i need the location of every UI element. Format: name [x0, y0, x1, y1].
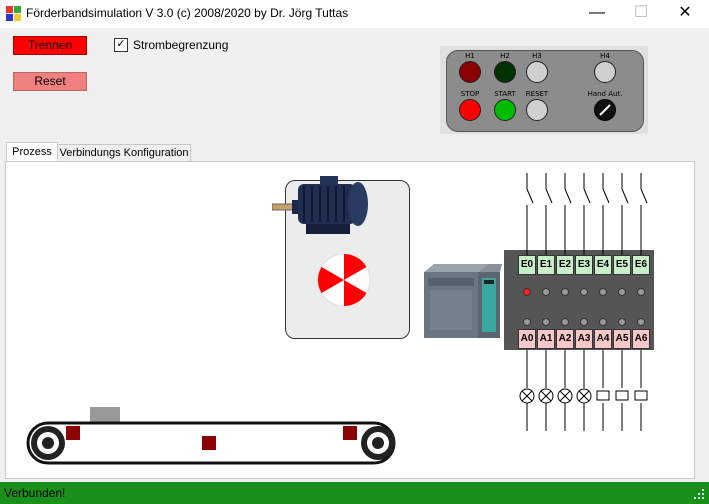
- output-terminal-a4: A4: [594, 329, 612, 349]
- input-switch-6: [640, 188, 648, 204]
- input-switch-4: [602, 188, 610, 204]
- output-led-2: [561, 318, 569, 326]
- input-switch-5: [621, 188, 629, 204]
- lamp-h4: [594, 61, 616, 83]
- disconnect-button[interactable]: Trennen: [13, 36, 87, 55]
- start-button[interactable]: [494, 99, 516, 121]
- input-terminal-e2: E2: [556, 255, 574, 275]
- output-terminal-a0: A0: [518, 329, 536, 349]
- app-icon: [6, 6, 21, 21]
- output-relay-icon-6: [634, 390, 648, 401]
- output-relay-icon-4: [596, 390, 610, 401]
- lamp-h1-label: H1: [465, 52, 475, 60]
- output-relay-icon-5: [615, 390, 629, 401]
- lamp-h3-label: H3: [532, 52, 542, 60]
- output-terminal-a6: A6: [632, 329, 650, 349]
- selector-switch-icon: [594, 99, 616, 121]
- output-led-3: [580, 318, 588, 326]
- output-terminal-a5: A5: [613, 329, 631, 349]
- reset-button[interactable]: Reset: [13, 72, 87, 91]
- tab-prozess[interactable]: Prozess: [6, 142, 58, 163]
- input-switch-1: [545, 188, 553, 204]
- package-1: [66, 426, 80, 440]
- input-terminal-e5: E5: [613, 255, 631, 275]
- input-terminal-e4: E4: [594, 255, 612, 275]
- current-limit-label: Strombegrenzung: [133, 38, 229, 52]
- package-3: [343, 426, 357, 440]
- package-2: [202, 436, 216, 450]
- input-led-0: [523, 288, 531, 296]
- input-led-4: [599, 288, 607, 296]
- output-terminal-a1: A1: [537, 329, 555, 349]
- input-terminal-e1: E1: [537, 255, 555, 275]
- minimize-button[interactable]: —: [574, 0, 620, 28]
- status-text: Verbunden!: [4, 486, 66, 500]
- rotation-indicator-icon: [317, 254, 371, 306]
- output-led-1: [542, 318, 550, 326]
- input-led-2: [561, 288, 569, 296]
- maximize-button[interactable]: ☐: [618, 0, 664, 28]
- output-led-5: [618, 318, 626, 326]
- tab-connection-config[interactable]: Verbindungs Konfiguration: [57, 144, 191, 162]
- hand-auto-switch[interactable]: [594, 99, 616, 121]
- status-bar: [0, 482, 709, 504]
- input-switch-2: [564, 188, 572, 204]
- panel-reset-button[interactable]: [526, 99, 548, 121]
- io-wiring: [519, 173, 648, 431]
- motor-icon: [272, 176, 368, 234]
- input-led-6: [637, 288, 645, 296]
- resize-grip-icon[interactable]: [693, 488, 705, 500]
- input-switch-3: [583, 188, 591, 204]
- input-terminal-e6: E6: [632, 255, 650, 275]
- input-led-5: [618, 288, 626, 296]
- input-switch-0: [526, 188, 534, 204]
- output-terminal-a3: A3: [575, 329, 593, 349]
- stop-label: STOP: [460, 90, 480, 98]
- sensor-block: [90, 407, 120, 422]
- output-led-6: [637, 318, 645, 326]
- lamp-h2-label: H2: [500, 52, 510, 60]
- reset-panel-label: RESET: [525, 90, 549, 98]
- input-led-1: [542, 288, 550, 296]
- lamp-h3: [526, 61, 548, 83]
- current-limit-checkbox[interactable]: ✓: [114, 38, 128, 52]
- lamp-h2: [494, 61, 516, 83]
- stop-button[interactable]: [459, 99, 481, 121]
- hand-auto-label: Hand Aut.: [587, 90, 623, 98]
- output-terminal-a2: A2: [556, 329, 574, 349]
- lamp-h4-label: H4: [600, 52, 610, 60]
- right-pulley-icon: [361, 426, 395, 460]
- input-terminal-e0: E0: [518, 255, 536, 275]
- plc-device-icon: [424, 264, 502, 338]
- close-button[interactable]: ✕: [662, 0, 708, 28]
- output-led-0: [523, 318, 531, 326]
- lamp-h1: [459, 61, 481, 83]
- window-title: Förderbandsimulation V 3.0 (c) 2008/2020…: [26, 6, 349, 20]
- conveyor-belt: [26, 407, 396, 465]
- start-label: START: [494, 90, 516, 98]
- input-led-3: [580, 288, 588, 296]
- input-terminal-e3: E3: [575, 255, 593, 275]
- output-led-4: [599, 318, 607, 326]
- left-pulley-icon: [31, 426, 65, 460]
